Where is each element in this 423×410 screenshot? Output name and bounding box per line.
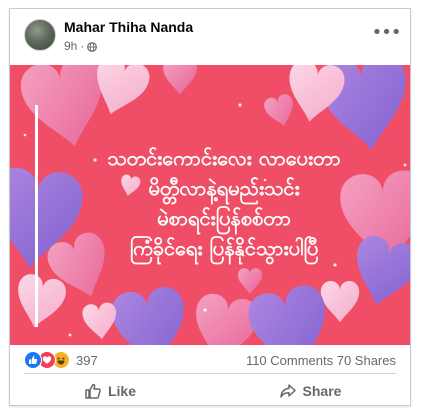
post-text: သတင်းကောင်းလေး လာပေးတာ မိတ္တီလာနဲ့ရမည်းသ…: [44, 143, 404, 263]
post-time[interactable]: 9h: [64, 39, 77, 53]
post-actions: Like Share: [10, 375, 410, 407]
share-icon: [279, 382, 297, 400]
like-button[interactable]: Like: [10, 375, 210, 407]
reactions[interactable]: 397: [24, 351, 98, 369]
post-card: Mahar Thiha Nanda 9h · ••• သတင်းကောင်းလေ…: [9, 8, 411, 406]
share-label: Share: [302, 383, 342, 399]
more-options-button[interactable]: •••: [372, 21, 402, 45]
post-text-line: မဲစာရင်းပြန်စစ်တာ: [157, 206, 291, 230]
reaction-count[interactable]: 397: [76, 353, 98, 368]
post-header: Mahar Thiha Nanda 9h · •••: [10, 9, 410, 65]
divider: [24, 373, 396, 374]
comments-shares-count[interactable]: 110 Comments 70 Shares: [246, 353, 396, 368]
post-stats: 397 110 Comments 70 Shares: [10, 345, 410, 373]
globe-icon[interactable]: [87, 41, 98, 52]
post-text-line: ကြံခိုင်ရေး ပြန်နိုင်သွားပါပြီ: [129, 236, 319, 260]
avatar[interactable]: [24, 19, 56, 51]
meta-separator: ·: [80, 39, 85, 53]
author-name[interactable]: Mahar Thiha Nanda: [64, 19, 193, 35]
like-icon: [24, 351, 42, 369]
thumbs-up-icon: [84, 382, 102, 400]
like-label: Like: [107, 383, 136, 399]
post-image[interactable]: သတင်းကောင်းလေး လာပေးတာ မိတ္တီလာနဲ့ရမည်းသ…: [10, 65, 410, 345]
post-text-line: မိတ္တီလာနဲ့ရမည်းသင်း: [148, 176, 300, 200]
share-button[interactable]: Share: [210, 375, 410, 407]
post-meta: 9h ·: [64, 39, 98, 53]
post-text-line: သတင်းကောင်းလေး လာပေးတာ: [107, 146, 341, 170]
quote-bar: [35, 105, 38, 327]
